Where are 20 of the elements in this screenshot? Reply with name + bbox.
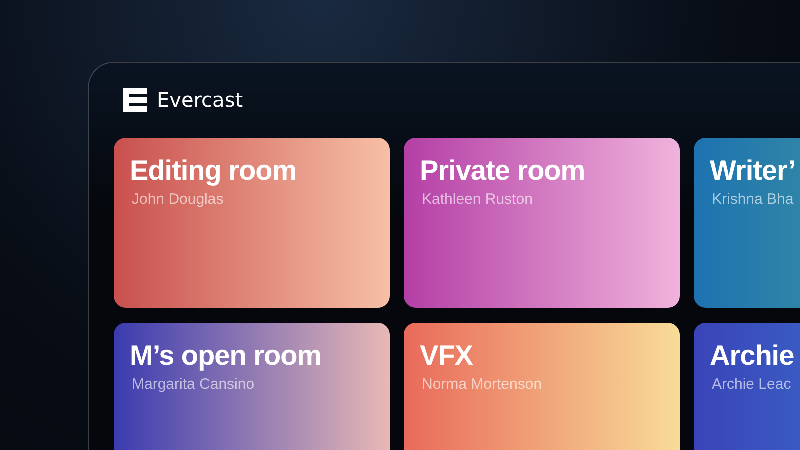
room-owner: Margarita Cansino <box>131 376 255 393</box>
room-title: Editing room <box>130 155 297 187</box>
room-card[interactable]: VFX Norma Mortenson <box>404 323 680 450</box>
room-title: VFX <box>420 340 473 372</box>
room-owner: Kathleen Ruston <box>421 191 533 208</box>
room-card[interactable]: Writer’ Krishna Bha <box>694 138 800 308</box>
room-card[interactable]: Editing room John Douglas <box>114 138 390 308</box>
room-title: M’s open room <box>130 340 322 372</box>
logo-icon <box>123 88 147 112</box>
app-name: Evercast <box>157 88 244 112</box>
room-owner: John Douglas <box>131 191 224 208</box>
room-owner: Archie Leac <box>711 376 792 393</box>
room-card[interactable]: Private room Kathleen Ruston <box>404 138 680 308</box>
room-title: Archie <box>710 340 794 372</box>
room-title: Private room <box>420 155 586 187</box>
room-card[interactable]: Archie Archie Leac <box>694 323 800 450</box>
room-owner: Krishna Bha <box>711 191 794 208</box>
room-title: Writer’ <box>710 155 796 187</box>
room-owner: Norma Mortenson <box>421 376 542 393</box>
room-card[interactable]: M’s open room Margarita Cansino <box>114 323 390 450</box>
